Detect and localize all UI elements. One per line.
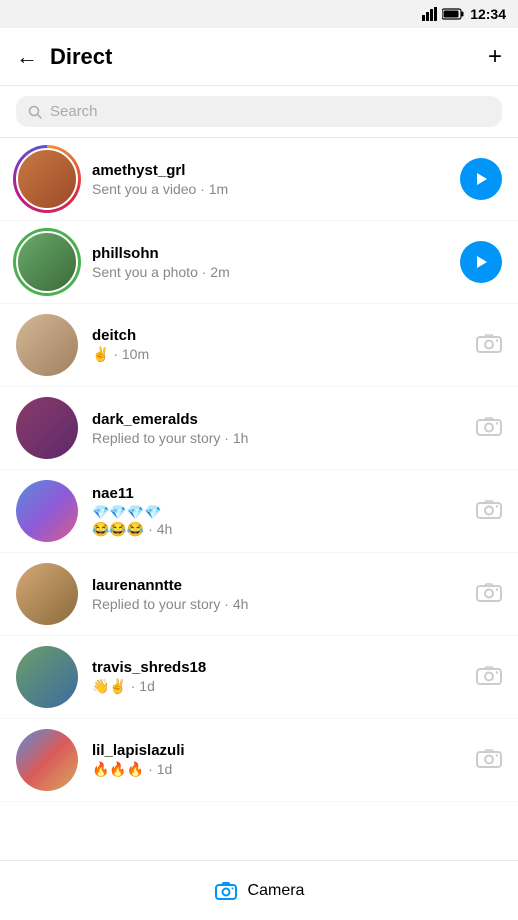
conversation-action[interactable] (460, 158, 502, 200)
conversation-info: nae11 💎💎💎💎😂😂😂 · 4h (92, 485, 464, 538)
avatar (16, 563, 78, 625)
page-title: Direct (50, 44, 488, 70)
conversation-username: nae11 (92, 485, 464, 502)
search-icon (28, 105, 42, 119)
list-item[interactable]: nae11 💎💎💎💎😂😂😂 · 4h (0, 470, 518, 553)
avatar (16, 480, 78, 542)
conversation-username: lil_lapislazuli (92, 742, 464, 759)
conversation-subtitle: 🔥🔥🔥 · 1d (92, 761, 464, 778)
camera-action-icon (476, 498, 502, 520)
list-item[interactable]: dark_emeralds Replied to your story · 1h (0, 387, 518, 470)
conversation-info: dark_emeralds Replied to your story · 1h (92, 411, 464, 446)
list-item[interactable]: laurenanntte Replied to your story · 4h (0, 553, 518, 636)
camera-action-icon (476, 747, 502, 769)
avatar (16, 231, 78, 293)
camera-icon (476, 664, 502, 691)
list-item[interactable]: deitch ✌️ · 10m (0, 304, 518, 387)
camera-action-icon (476, 664, 502, 686)
conversation-info: lil_lapislazuli 🔥🔥🔥 · 1d (92, 742, 464, 778)
conversation-username: dark_emeralds (92, 411, 464, 428)
camera-label: Camera (248, 882, 305, 900)
camera-icon (476, 581, 502, 608)
conversation-username: phillsohn (92, 245, 448, 262)
search-placeholder: Search (50, 103, 98, 120)
conversation-action (476, 747, 502, 774)
avatar (16, 148, 78, 210)
status-bar: 12:34 (0, 0, 518, 28)
conversation-username: laurenanntte (92, 577, 464, 594)
conversation-action (476, 664, 502, 691)
conversation-action (476, 498, 502, 525)
conversation-action (476, 581, 502, 608)
conversation-info: phillsohn Sent you a photo · 2m (92, 245, 448, 280)
conversation-username: amethyst_grl (92, 162, 448, 179)
list-item[interactable]: travis_shreds18 👋✌️ · 1d (0, 636, 518, 719)
camera-action-icon (476, 581, 502, 603)
conversation-info: deitch ✌️ · 10m (92, 327, 464, 363)
camera-action-icon (476, 332, 502, 354)
conversation-subtitle: Sent you a video · 1m (92, 181, 448, 197)
conversation-username: deitch (92, 327, 464, 344)
camera-icon (476, 415, 502, 442)
conversation-action (476, 415, 502, 442)
list-item[interactable]: amethyst_grl Sent you a video · 1m (0, 138, 518, 221)
avatar (16, 646, 78, 708)
conversation-action (476, 332, 502, 359)
search-box[interactable]: Search (16, 96, 502, 127)
camera-icon (476, 747, 502, 774)
avatar (16, 314, 78, 376)
list-item[interactable]: lil_lapislazuli 🔥🔥🔥 · 1d (0, 719, 518, 802)
play-icon (473, 254, 489, 270)
add-button[interactable]: + (488, 43, 502, 71)
camera-action-icon (476, 415, 502, 437)
conversation-subtitle: Sent you a photo · 2m (92, 264, 448, 280)
status-time: 12:34 (470, 6, 506, 22)
avatar (16, 397, 78, 459)
conversation-subtitle: Replied to your story · 4h (92, 596, 464, 612)
conversation-info: laurenanntte Replied to your story · 4h (92, 577, 464, 612)
conversation-subtitle: 👋✌️ · 1d (92, 678, 464, 695)
camera-icon (476, 498, 502, 525)
header: ← Direct + (0, 28, 518, 86)
search-container: Search (0, 86, 518, 138)
conversation-subtitle: 💎💎💎💎😂😂😂 · 4h (92, 504, 464, 538)
bottom-bar[interactable]: Camera (0, 860, 518, 920)
conversation-info: amethyst_grl Sent you a video · 1m (92, 162, 448, 197)
battery-icon (442, 8, 464, 20)
conversation-action[interactable] (460, 241, 502, 283)
conversation-subtitle: Replied to your story · 1h (92, 430, 464, 446)
play-icon (473, 171, 489, 187)
avatar (16, 729, 78, 791)
conversation-list: amethyst_grl Sent you a video · 1m phillso… (0, 138, 518, 802)
signal-icon (422, 7, 438, 21)
status-icons (422, 7, 464, 21)
camera-bottom-icon (214, 879, 238, 903)
list-item[interactable]: phillsohn Sent you a photo · 2m (0, 221, 518, 304)
conversation-info: travis_shreds18 👋✌️ · 1d (92, 659, 464, 695)
conversation-username: travis_shreds18 (92, 659, 464, 676)
play-button[interactable] (460, 241, 502, 283)
back-button[interactable]: ← (16, 44, 38, 70)
camera-icon (476, 332, 502, 359)
conversation-subtitle: ✌️ · 10m (92, 346, 464, 363)
play-button[interactable] (460, 158, 502, 200)
